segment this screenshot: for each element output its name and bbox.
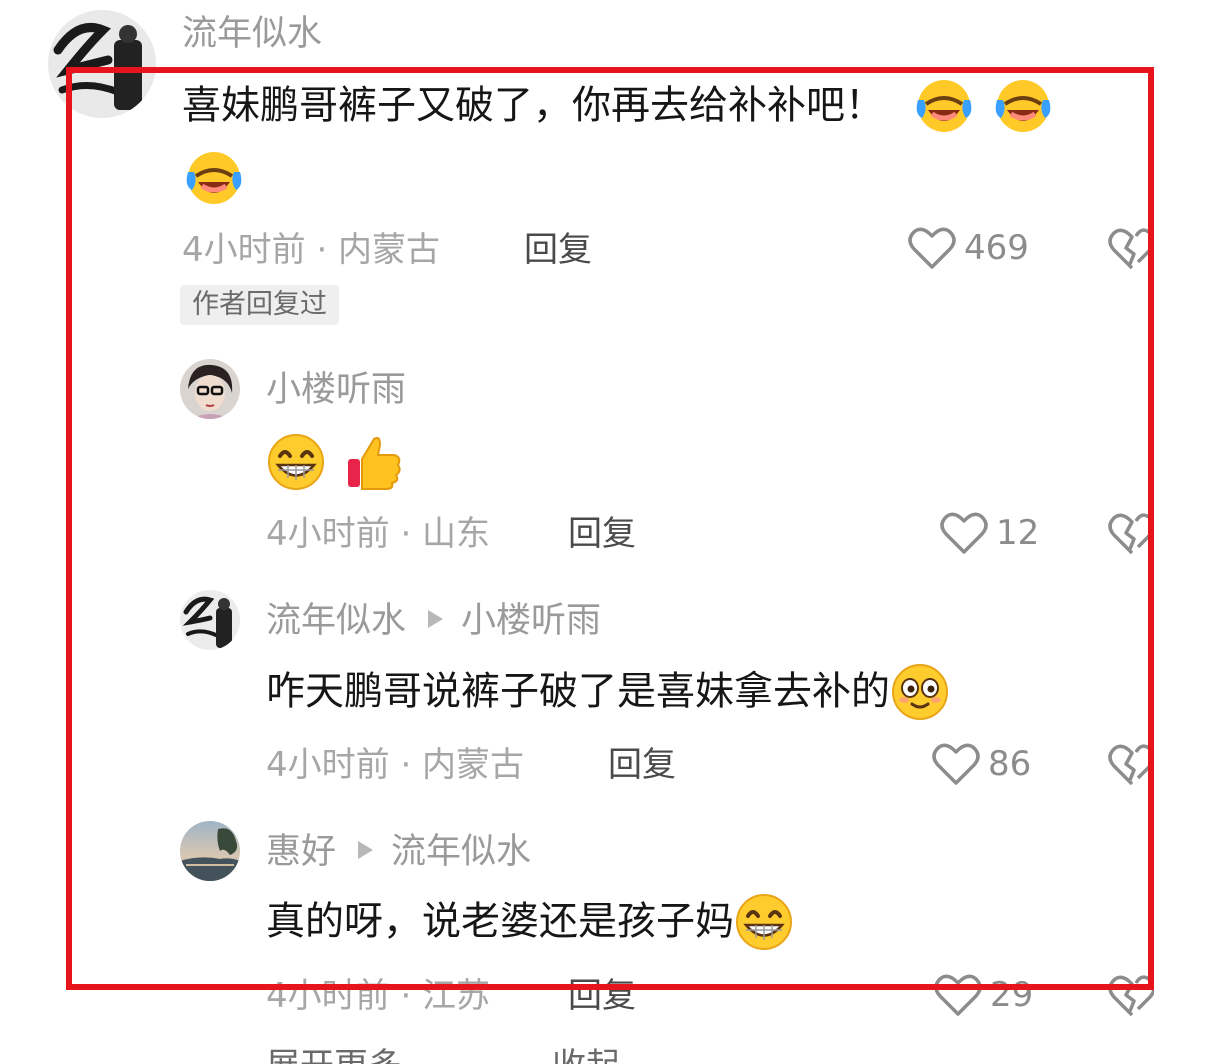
- author-replied-badge: 作者回复过: [180, 285, 339, 325]
- broken-heart-icon: [1108, 975, 1154, 1017]
- like-count: 29: [990, 975, 1034, 1015]
- dislike-button[interactable]: [1108, 742, 1154, 788]
- expand-more-link[interactable]: 展开更多: [266, 1044, 402, 1064]
- like-button[interactable]: 29: [934, 973, 1033, 1017]
- reply-author[interactable]: 惠好: [266, 832, 336, 872]
- avatar[interactable]: [180, 590, 240, 650]
- reply-text: 咋天鹏哥说裤子破了是喜妹拿去补的: [266, 664, 950, 724]
- heart-icon: [934, 974, 982, 1016]
- grin-emoji: [734, 892, 794, 952]
- smile-emoji: [890, 662, 950, 722]
- laugh-cry-emoji: [184, 146, 244, 206]
- reply-meta: 4小时前 · 山东: [266, 514, 491, 554]
- reply-author[interactable]: 流年似水: [266, 601, 406, 641]
- reply-button[interactable]: 回复: [608, 743, 676, 787]
- like-button[interactable]: 86: [932, 742, 1031, 786]
- like-count: 12: [996, 513, 1040, 553]
- like-count: 86: [988, 744, 1032, 784]
- like-button[interactable]: 12: [940, 511, 1039, 555]
- reply-username[interactable]: 小楼听雨: [266, 368, 406, 412]
- reply-meta: 4小时前 · 江苏: [266, 976, 491, 1016]
- reply-username: 流年似水 小楼听雨: [266, 599, 601, 643]
- avatar[interactable]: [180, 821, 240, 881]
- reply-target[interactable]: 小楼听雨: [461, 601, 601, 641]
- reply-text: [266, 432, 402, 492]
- reply-button[interactable]: 回复: [568, 512, 636, 556]
- comment-meta: 4小时前 · 内蒙古: [182, 230, 441, 270]
- heart-icon: [940, 512, 988, 554]
- reply-username: 惠好 流年似水: [266, 830, 531, 874]
- reply-text: 真的呀，说老婆还是孩子妈: [266, 894, 794, 954]
- collapse-link[interactable]: 收起: [552, 1044, 620, 1064]
- laugh-cry-emoji: [993, 74, 1053, 134]
- grin-emoji: [266, 432, 326, 492]
- reply-arrow-icon: [358, 841, 374, 859]
- reply-button[interactable]: 回复: [568, 974, 636, 1018]
- heart-icon: [908, 227, 956, 269]
- reply-button[interactable]: 回复: [524, 228, 592, 272]
- reply-target[interactable]: 流年似水: [391, 832, 531, 872]
- broken-heart-icon: [1108, 744, 1154, 786]
- avatar[interactable]: [48, 10, 156, 118]
- dislike-button[interactable]: [1108, 226, 1154, 272]
- dislike-button[interactable]: [1108, 511, 1154, 557]
- like-button[interactable]: 469: [908, 226, 1029, 270]
- reply-arrow-icon: [428, 610, 444, 628]
- comment-text: 喜妹鹏哥裤子又破了，你再去给补补吧！: [182, 78, 1053, 138]
- thumbs-up-emoji: [346, 433, 402, 491]
- comment-text-body: 喜妹鹏哥裤子又破了，你再去给补补吧！: [182, 83, 885, 129]
- broken-heart-icon: [1108, 228, 1154, 270]
- broken-heart-icon: [1108, 513, 1154, 555]
- dislike-button[interactable]: [1108, 973, 1154, 1019]
- comment-username[interactable]: 流年似水: [182, 12, 322, 56]
- heart-icon: [932, 743, 980, 785]
- reply-meta: 4小时前 · 内蒙古: [266, 745, 525, 785]
- comment-thread: 流年似水 喜妹鹏哥裤子又破了，你再去给补补吧！ 4小时前 · 内蒙古 回复 46…: [0, 0, 1206, 1064]
- like-count: 469: [964, 228, 1029, 268]
- laugh-cry-emoji: [914, 74, 974, 134]
- avatar[interactable]: [180, 359, 240, 419]
